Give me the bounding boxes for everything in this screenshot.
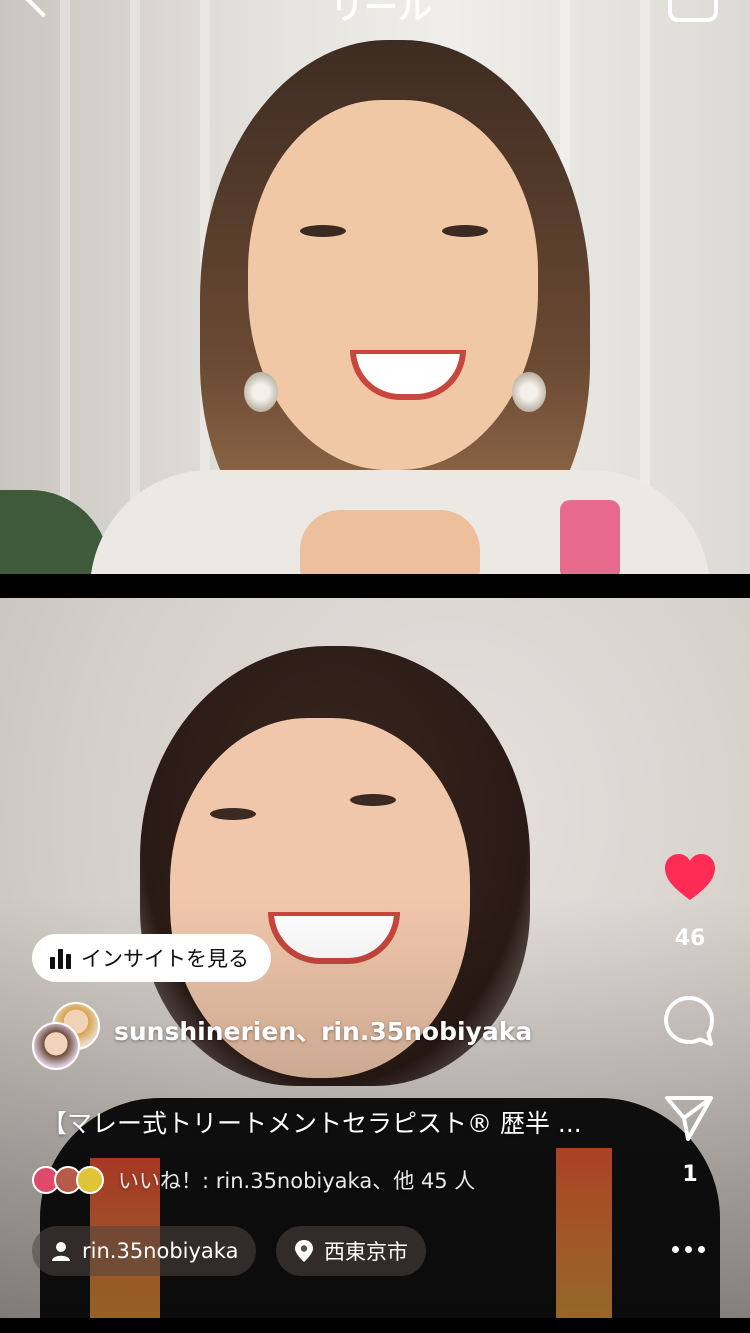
bottom-bar [0, 1318, 750, 1333]
share-icon[interactable] [664, 1094, 714, 1142]
heart-icon[interactable] [663, 852, 717, 902]
liker-avatar [76, 1166, 104, 1194]
person-icon [52, 1242, 70, 1261]
location-label: 西東京市 [324, 1240, 408, 1264]
page-title: リール [330, 0, 432, 28]
comment-icon[interactable] [662, 994, 716, 1048]
bar-chart-icon [50, 947, 71, 969]
caption-text[interactable]: 【マレー式トリートメントセラピスト® 歴半 ... [42, 1104, 602, 1140]
collaborator-avatar-2[interactable] [32, 1022, 80, 1070]
insight-button[interactable]: インサイトを見る [32, 934, 271, 982]
user-tag-chip[interactable]: rin.35nobiyaka [32, 1226, 257, 1276]
collaborator-names[interactable]: sunshinerien、rin.35nobiyaka [114, 1012, 532, 1048]
top-video-pane [0, 0, 750, 574]
user-tag-label: rin.35nobiyaka [82, 1239, 239, 1263]
camera-icon[interactable] [668, 0, 718, 22]
share-count: 1 [682, 1162, 698, 1187]
like-count: 46 [674, 926, 706, 951]
location-pin-icon [295, 1240, 313, 1262]
likes-row[interactable]: いいね！: rin.35nobiyaka、他 45 人 [32, 1165, 475, 1195]
more-icon[interactable] [672, 1246, 705, 1253]
location-chip[interactable]: 西東京市 [276, 1226, 426, 1276]
likes-text: いいね！: rin.35nobiyaka、他 45 人 [118, 1169, 476, 1193]
insight-button-label: インサイトを見る [81, 947, 249, 971]
split-divider [0, 574, 750, 598]
